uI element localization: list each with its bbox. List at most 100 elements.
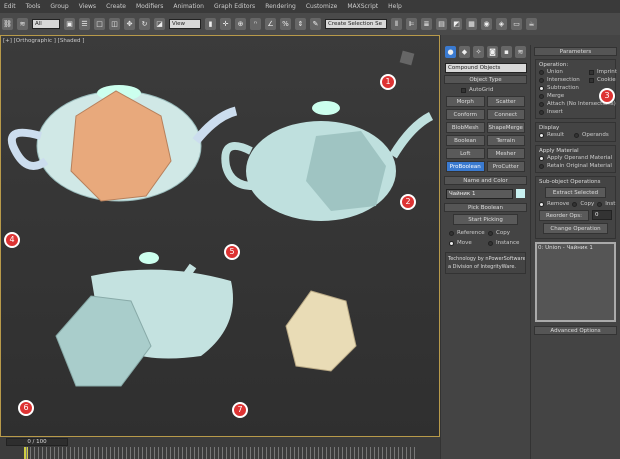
radio-label: Insert [547,109,563,115]
keyboard-shortcut-icon[interactable]: ⊕ [235,18,246,30]
menu-graph-editors[interactable]: Graph Editors [214,3,255,10]
manipulate-icon[interactable]: ✛ [220,18,231,30]
angle-snap-icon[interactable]: ∠ [265,18,276,30]
pick-option-radio-1[interactable]: Copy [488,229,525,237]
snap-icon[interactable]: ⁿ [250,18,261,30]
menu-maxscript[interactable]: MAXScript [347,3,378,10]
object-type-rollout[interactable]: Object Type [444,75,527,84]
named-selection-dropdown[interactable]: Create Selection Se [325,19,387,29]
spinner-snap-icon[interactable]: ⇕ [295,18,306,30]
change-operation-button[interactable]: Change Operation [543,223,608,234]
subobject-mode-radio-1[interactable]: Copy [572,200,594,208]
start-picking-button[interactable]: Start Picking [453,214,518,225]
operation-radio-5[interactable]: Insert [539,108,612,116]
object-type-button-proboolean[interactable]: ProBoolean [446,161,485,172]
select-by-name-icon[interactable]: ☰ [79,18,90,30]
helpers-icon[interactable]: ▪ [501,46,512,58]
operations-list[interactable]: 0: Union - Чайник 1 [535,242,616,322]
menu-create[interactable]: Create [106,3,126,10]
autogrid-checkbox[interactable]: AutoGrid [441,86,530,94]
geometry-icon[interactable]: ● [445,46,456,58]
time-slider[interactable]: 0 / 100 [6,438,68,446]
pick-option-radio-3[interactable]: Instance [488,239,525,247]
cameras-icon[interactable]: ◙ [487,46,498,58]
layer-icon[interactable]: ≣ [421,18,432,30]
pivot-icon[interactable]: ▮ [205,18,216,30]
menu-modifiers[interactable]: Modifiers [136,3,163,10]
object-type-button-scatter[interactable]: Scatter [486,96,525,107]
list-item[interactable]: 0: Union - Чайник 1 [538,245,613,251]
lights-icon[interactable]: ✧ [473,46,484,58]
menu-animation[interactable]: Animation [173,3,204,10]
subobject-mode-radio-2[interactable]: Inst [597,200,615,208]
object-type-button-conform[interactable]: Conform [446,109,485,120]
display-radio-1[interactable]: Operands [574,131,609,139]
menu-help[interactable]: Help [388,3,402,10]
teapot-wireframe[interactable] [7,85,238,202]
render-frame-icon[interactable]: ▭ [511,18,522,30]
name-color-rollout[interactable]: Name and Color [444,176,527,185]
category-dropdown[interactable]: Compound Objects [445,63,527,73]
track-bar[interactable] [26,447,416,459]
extract-selected-button[interactable]: Extract Selected [545,187,606,198]
material-editor-icon[interactable]: ◉ [481,18,492,30]
material-radio-0[interactable]: Apply Operand Material [539,154,612,162]
menu-rendering[interactable]: Rendering [265,3,296,10]
reorder-ops-spinner[interactable]: 0 [592,210,612,220]
percent-snap-icon[interactable]: % [280,18,291,30]
reorder-ops-button[interactable]: Reorder Ops: [539,210,589,221]
window-crossing-icon[interactable]: ◫ [109,18,120,30]
shapes-icon[interactable]: ◆ [459,46,470,58]
object-type-button-mesher[interactable]: Mesher [486,148,525,159]
pick-option-radio-2[interactable]: Move [449,239,486,247]
object-color-swatch[interactable] [516,189,525,198]
reference-coord-dropdown[interactable]: View [169,19,201,29]
radio-indicator [539,109,544,115]
move-icon[interactable]: ✥ [124,18,135,30]
checkbox-imprint[interactable]: Imprint [589,68,617,76]
selection-filter-dropdown[interactable]: All [32,19,60,29]
object-type-button-terrain[interactable]: Terrain [486,135,525,146]
align-icon[interactable]: ⊫ [406,18,417,30]
scene-explorer-icon[interactable]: ▤ [436,18,447,30]
viewport-label[interactable]: [+] [Orthographic ] [Shaded ] [3,38,84,44]
subobject-mode-radio-0[interactable]: Remove [539,200,569,208]
spacewarps-icon[interactable]: ≋ [515,46,526,58]
menu-views[interactable]: Views [79,3,96,10]
pick-option-radio-0[interactable]: Reference [449,229,486,237]
material-radio-1[interactable]: Retain Original Material [539,162,612,170]
object-type-button-shapemerge[interactable]: ShapeMerge [486,122,525,133]
object-type-button-procutter[interactable]: ProCutter [486,161,525,172]
menu-tools[interactable]: Tools [26,3,41,10]
display-radio-0[interactable]: Result [539,131,564,139]
radio-indicator [488,240,493,246]
teapot-subtraction[interactable] [55,252,233,387]
bind-icon[interactable]: ≋ [17,18,28,30]
render-icon[interactable]: ☕ [526,18,537,30]
link-icon[interactable]: ⛓ [2,18,13,30]
object-name-input[interactable]: Чайник 1 [446,189,513,199]
sphere-cut[interactable] [285,290,357,372]
menu-customize[interactable]: Customize [306,3,338,10]
scale-icon[interactable]: ◪ [154,18,165,30]
schematic-icon[interactable]: ▦ [466,18,477,30]
select-object-icon[interactable]: ▣ [64,18,75,30]
object-type-button-morph[interactable]: Morph [446,96,485,107]
render-setup-icon[interactable]: ◈ [496,18,507,30]
rotate-icon[interactable]: ↻ [139,18,150,30]
menu-group[interactable]: Group [50,3,68,10]
edit-named-selection-icon[interactable]: ✎ [310,18,321,30]
object-type-button-boolean[interactable]: Boolean [446,135,485,146]
checkbox-cookie[interactable]: Cookie [589,76,616,84]
advanced-options-rollout[interactable]: Advanced Options [534,326,617,335]
object-type-button-blobmesh[interactable]: BlobMesh [446,122,485,133]
pick-boolean-rollout[interactable]: Pick Boolean [444,203,527,212]
mirror-icon[interactable]: ⫴ [391,18,402,30]
viewport-orthographic[interactable]: [+] [Orthographic ] [Shaded ] [0,35,440,437]
object-type-button-loft[interactable]: Loft [446,148,485,159]
menu-edit[interactable]: Edit [4,3,16,10]
object-type-button-connect[interactable]: Connect [486,109,525,120]
parameters-rollout[interactable]: Parameters [534,47,617,56]
rect-selection-icon[interactable]: □ [94,18,105,30]
curve-editor-icon[interactable]: ◩ [451,18,462,30]
